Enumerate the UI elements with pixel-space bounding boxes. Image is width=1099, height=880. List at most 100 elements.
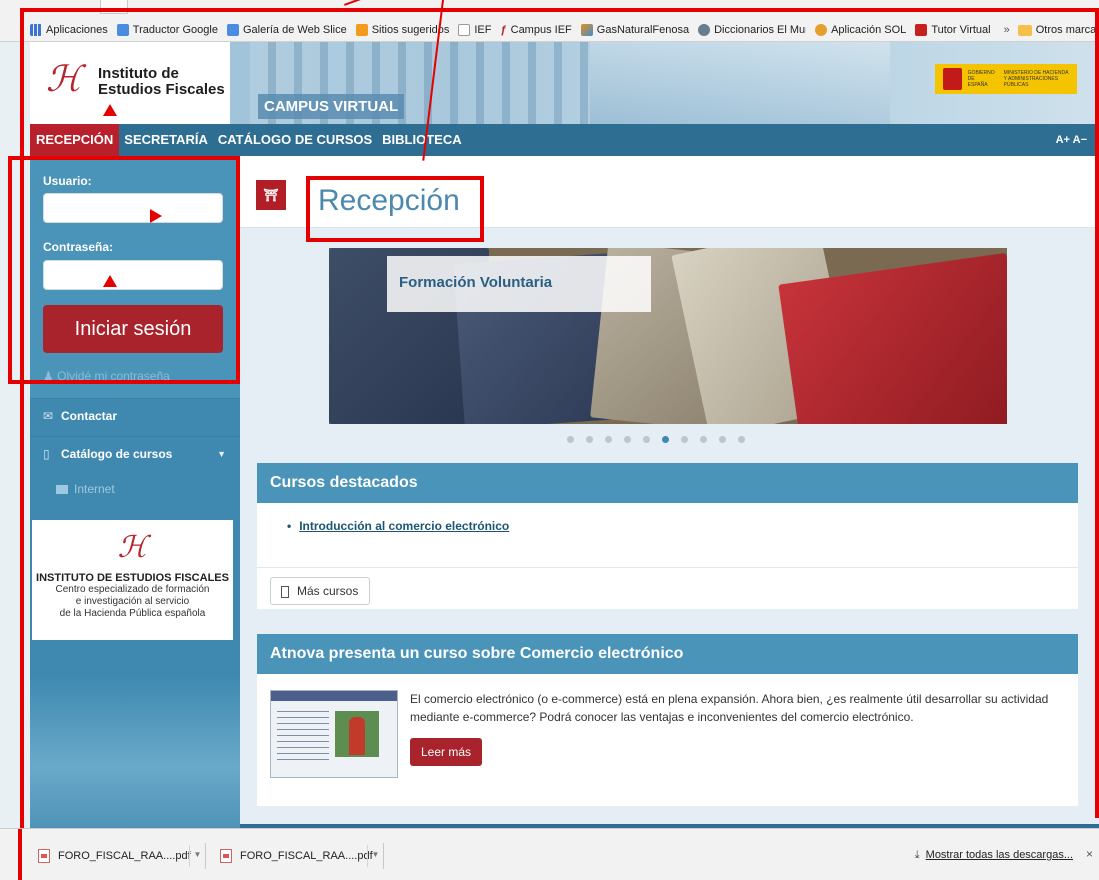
carousel-dot[interactable] xyxy=(567,436,574,443)
book-icon: ▯ xyxy=(43,447,50,461)
header-building-image-2 xyxy=(590,42,890,124)
user-icon: ♟ xyxy=(43,369,54,383)
institution-icon: ⛩ xyxy=(256,180,286,210)
featured-courses-heading: Cursos destacados xyxy=(257,463,1078,503)
globe-icon xyxy=(698,24,711,36)
font-size-controls[interactable]: A+ A− xyxy=(1056,124,1087,156)
carousel-dot[interactable] xyxy=(738,436,745,443)
user-icon xyxy=(815,24,828,36)
nav-recepcion[interactable]: RECEPCIÓN xyxy=(30,124,120,156)
ief-info-card: ℋ INSTITUTO DE ESTUDIOS FISCALES Centro … xyxy=(32,520,233,640)
show-all-downloads-link[interactable]: ⤓ Mostrar todas las descargas... xyxy=(915,849,1073,862)
thumbnail-header xyxy=(271,691,397,701)
login-form: Usuario: Contraseña: Iniciar sesión ♟ Ol… xyxy=(30,156,240,398)
ief-logo-icon: ℋ xyxy=(117,530,148,565)
carousel-dot[interactable] xyxy=(719,436,726,443)
site-header: ℋ Instituto de Estudios Fiscales CAMPUS … xyxy=(30,42,1099,124)
main-nav: RECEPCIÓN SECRETARÍA CATÁLOGO DE CURSOS … xyxy=(30,124,1099,156)
bookmark-sol[interactable]: Aplicación SOL xyxy=(815,24,906,36)
nav-catalogo[interactable]: CATÁLOGO DE CURSOS xyxy=(213,124,377,156)
tutor-icon xyxy=(915,24,928,36)
carousel-dot[interactable] xyxy=(605,436,612,443)
carousel-indicators xyxy=(567,436,757,443)
tab-stub xyxy=(100,0,128,14)
news-panel: Atnova presenta un curso sobre Comercio … xyxy=(257,634,1078,806)
sidebar-decoration xyxy=(30,676,240,828)
bookmark-diccionarios[interactable]: Diccionarios El Mundo xyxy=(698,24,806,36)
org-name: Instituto de Estudios Fiscales xyxy=(98,65,225,98)
bookmark-gasnatural[interactable]: GasNaturalFenosa xyxy=(580,24,689,36)
nav-biblioteca[interactable]: BIBLIOTECA xyxy=(377,124,466,156)
password-label: Contraseña: xyxy=(43,240,114,254)
ief-logo-icon: ℋ xyxy=(46,59,82,100)
bookmark-campus-ief[interactable]: ƒ Campus IEF xyxy=(501,24,572,36)
divider xyxy=(257,567,1078,568)
campus-virtual-label: CAMPUS VIRTUAL xyxy=(258,94,405,119)
thumbnail-figure xyxy=(349,717,365,755)
featured-courses-panel: Cursos destacados Introducción al comerc… xyxy=(257,463,1078,609)
banner-caption-box: Formación Voluntaria xyxy=(387,256,651,312)
news-heading: Atnova presenta un curso sobre Comercio … xyxy=(257,634,1078,674)
read-more-button[interactable]: Leer más xyxy=(410,738,482,766)
envelope-icon: ✉ xyxy=(43,409,54,423)
apps-grid-icon xyxy=(30,24,42,36)
carousel-slide[interactable]: Formación Voluntaria xyxy=(329,248,1007,424)
ief-card-title: INSTITUTO DE ESTUDIOS FISCALES xyxy=(36,572,229,584)
contact-link[interactable]: ✉ Contactar xyxy=(30,398,240,432)
document-icon xyxy=(458,24,471,36)
carousel-dot[interactable] xyxy=(662,436,669,443)
news-body: El comercio electrónico (o e-commerce) e… xyxy=(410,692,1049,724)
bookmark-aplicaciones[interactable]: Aplicaciones xyxy=(30,24,108,36)
book-icon xyxy=(281,585,289,598)
web-slice-icon xyxy=(226,24,239,36)
thumbnail-text xyxy=(277,711,329,761)
bookmark-traductor[interactable]: Traductor Google xyxy=(116,24,218,36)
catalog-link[interactable]: ▯ Catálogo de cursos ▼ xyxy=(30,436,240,470)
carousel-dot[interactable] xyxy=(681,436,688,443)
username-input[interactable] xyxy=(43,193,223,223)
main-content: ⛩ Recepción Formación Voluntaria Cursos … xyxy=(240,156,1099,828)
download-item[interactable]: FORO_FISCAL_RAA....pdf ▼ xyxy=(212,843,384,869)
downloads-bar: FORO_FISCAL_RAA....pdf ▼ FORO_FISCAL_RAA… xyxy=(0,828,1099,880)
bookmark-tutor[interactable]: Tutor Virtual xyxy=(915,24,991,36)
pdf-icon xyxy=(38,849,50,863)
sidebar-item-internet[interactable]: Internet xyxy=(30,474,240,504)
username-label: Usuario: xyxy=(43,174,92,188)
bookmark-otros[interactable]: Otros marcadores xyxy=(1017,24,1099,36)
password-input[interactable] xyxy=(43,260,223,290)
suggested-sites-icon xyxy=(355,24,368,36)
carousel-dot[interactable] xyxy=(700,436,707,443)
download-icon: ⤓ xyxy=(914,849,920,861)
page-title: Recepción xyxy=(318,184,460,217)
nav-secretaria[interactable]: SECRETARÍA xyxy=(119,124,213,156)
banner-title: Formación Voluntaria xyxy=(399,274,553,291)
site-logo[interactable]: ℋ Instituto de Estudios Fiscales xyxy=(30,42,230,124)
download-item[interactable]: FORO_FISCAL_RAA....pdf ▼ xyxy=(30,843,206,869)
annotation-arrow-password xyxy=(103,275,117,287)
annotation-arrow-logo xyxy=(103,104,117,116)
carousel-dot[interactable] xyxy=(624,436,631,443)
course-link[interactable]: Introducción al comercio electrónico xyxy=(287,519,509,533)
carousel-dot[interactable] xyxy=(586,436,593,443)
pdf-icon xyxy=(220,849,232,863)
annotation-edge xyxy=(18,829,22,880)
login-button[interactable]: Iniciar sesión xyxy=(43,305,223,353)
chevron-down-icon[interactable]: ▼ xyxy=(189,845,205,867)
forgot-password-link[interactable]: ♟ Olvidé mi contraseña xyxy=(43,369,170,383)
bookmark-ief[interactable]: IEF xyxy=(458,24,492,36)
chevron-down-icon[interactable]: ▼ xyxy=(367,845,383,867)
bookmarks-more-button[interactable]: » xyxy=(1004,24,1010,36)
bookmark-sitios[interactable]: Sitios sugeridos xyxy=(355,24,449,36)
more-courses-button[interactable]: Más cursos xyxy=(270,577,370,605)
news-thumbnail xyxy=(270,690,398,778)
carousel-dot[interactable] xyxy=(643,436,650,443)
close-icon[interactable]: × xyxy=(1086,847,1093,861)
sidebar: Usuario: Contraseña: Iniciar sesión ♟ Ol… xyxy=(30,156,240,828)
folder-icon xyxy=(56,485,68,495)
annotation-arrow-user xyxy=(150,209,162,223)
ief-logo-icon: ƒ xyxy=(500,24,507,36)
chevron-down-icon: ▼ xyxy=(217,449,226,459)
bookmark-galeria[interactable]: Galería de Web Slice xyxy=(226,24,347,36)
gas-natural-icon xyxy=(580,24,593,36)
government-badge: GOBIERNO DE ESPAÑA MINISTERIO DE HACIEND… xyxy=(935,64,1077,94)
